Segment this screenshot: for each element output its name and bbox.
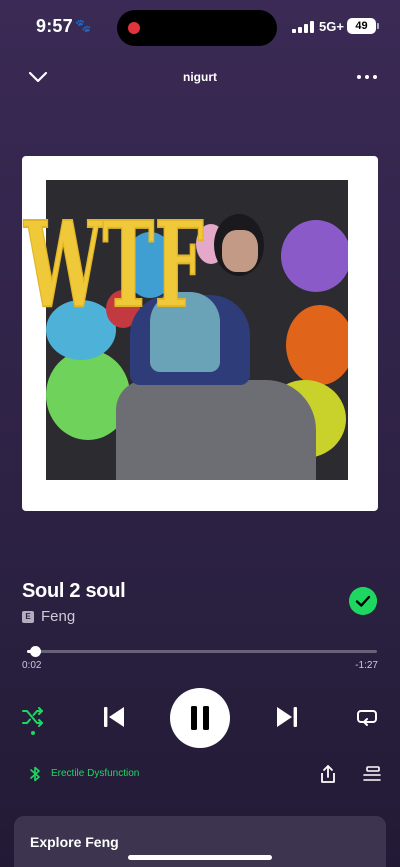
pause-button[interactable] [170,688,230,748]
explore-title: Explore Feng [30,834,119,850]
track-title[interactable]: Soul 2 soul [22,580,126,603]
more-options-icon[interactable] [355,68,379,86]
status-bar: 9:57 🐾 5G+ 49 [0,0,400,54]
cellular-signal-icon [292,21,314,33]
progress-bar[interactable] [27,646,377,657]
network-type: 5G+ [319,19,344,34]
next-track-icon[interactable] [273,703,301,731]
shuffle-icon[interactable] [20,704,46,730]
album-artwork: WTF [22,156,378,511]
svg-text:WTF: WTF [23,195,204,326]
share-icon[interactable] [318,764,338,784]
paw-icon: 🐾 [75,18,92,33]
progress-thumb[interactable] [29,646,41,657]
shuffle-active-indicator [31,731,35,735]
artist-name[interactable]: Feng [41,608,75,625]
elapsed-time: 0:02 [22,660,42,671]
player-header: nigurt [0,60,400,96]
wtf-logo: WTF [22,194,205,326]
status-time: 9:57 [36,16,73,36]
pause-icon [191,706,209,730]
repeat-icon[interactable] [354,704,380,730]
bluetooth-icon[interactable] [28,765,42,783]
explicit-badge: E [22,611,34,623]
context-title[interactable]: nigurt [0,70,400,84]
home-indicator[interactable] [128,855,272,860]
remaining-time: -1:27 [355,660,378,671]
dynamic-island [117,10,277,46]
liked-check-icon[interactable] [349,587,377,615]
recording-indicator-icon [128,22,140,34]
battery-indicator: 49 [347,18,379,34]
previous-track-icon[interactable] [100,703,128,731]
queue-icon[interactable] [362,765,382,783]
connected-device-name[interactable]: Erectile Dysfunction [51,768,139,779]
